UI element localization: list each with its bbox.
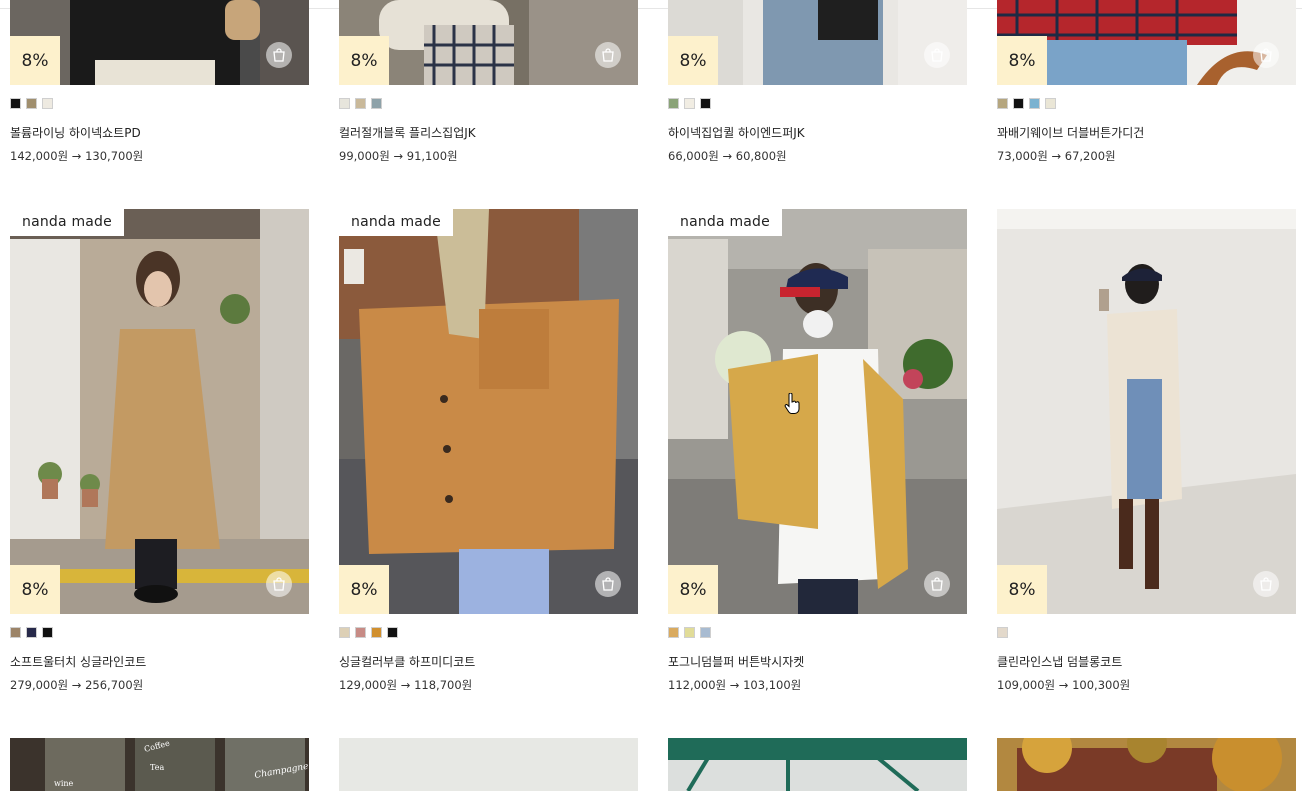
color-swatches [10, 627, 53, 638]
product-name[interactable]: 컬러절개블록 플리스집업JK [339, 124, 476, 141]
shopping-bag-icon [1260, 577, 1272, 591]
product-image[interactable]: 8% [997, 209, 1296, 614]
product-price: 129,000원 → 118,700원 [339, 678, 473, 692]
add-to-cart-button[interactable] [924, 571, 950, 597]
shopping-bag-icon [1260, 48, 1272, 62]
discount-badge: 8% [339, 565, 389, 614]
color-swatch [997, 627, 1008, 638]
color-swatch [684, 627, 695, 638]
color-swatches [668, 627, 711, 638]
color-swatch [42, 98, 53, 109]
add-to-cart-button[interactable] [1253, 42, 1279, 68]
product-price: 112,000원 → 103,100원 [668, 678, 802, 692]
discount-badge: 8% [668, 565, 718, 614]
add-to-cart-button[interactable] [595, 571, 621, 597]
product-price: 99,000원 → 91,100원 [339, 149, 458, 163]
product-image[interactable]: nanda made 8% [339, 209, 638, 614]
product-image[interactable] [997, 738, 1296, 791]
color-swatch [700, 627, 711, 638]
add-to-cart-button[interactable] [266, 571, 292, 597]
product-image[interactable] [339, 738, 638, 791]
add-to-cart-button[interactable] [924, 42, 950, 68]
color-swatch [42, 627, 53, 638]
color-swatches [339, 627, 398, 638]
product-image[interactable]: 8% [10, 0, 309, 85]
shopping-bag-icon [273, 48, 285, 62]
shopping-bag-icon [602, 577, 614, 591]
shopping-bag-icon [273, 577, 285, 591]
color-swatch [26, 98, 37, 109]
product-name[interactable]: 소프트울터치 싱글라인코트 [10, 653, 146, 670]
product-image[interactable]: Coffee Tea wine Champagne [10, 738, 309, 791]
nanda-made-badge: nanda made [339, 209, 453, 236]
color-swatch [371, 627, 382, 638]
color-swatch [371, 98, 382, 109]
product-image[interactable]: nanda made 8% [10, 209, 309, 614]
discount-badge: 8% [339, 36, 389, 85]
nanda-made-badge: nanda made [668, 209, 782, 236]
color-swatch [997, 98, 1008, 109]
product-price: 142,000원 → 130,700원 [10, 149, 144, 163]
window-sign-text: wine [54, 779, 74, 788]
nanda-made-badge: nanda made [10, 209, 124, 236]
discount-badge: 8% [997, 36, 1047, 85]
color-swatches [10, 98, 53, 109]
product-image[interactable]: 8% [668, 0, 967, 85]
color-swatch [684, 98, 695, 109]
color-swatch [1045, 98, 1056, 109]
color-swatch [668, 627, 679, 638]
discount-badge: 8% [668, 36, 718, 85]
shopping-bag-icon [602, 48, 614, 62]
color-swatch [387, 627, 398, 638]
product-name[interactable]: 하이넥집업퀼 하이엔드퍼JK [668, 124, 805, 141]
add-to-cart-button[interactable] [595, 42, 621, 68]
discount-badge: 8% [997, 565, 1047, 614]
product-name[interactable]: 볼륨라이닝 하이넥쇼트PD [10, 124, 141, 141]
add-to-cart-button[interactable] [1253, 571, 1279, 597]
shopping-bag-icon [931, 577, 943, 591]
product-price: 66,000원 → 60,800원 [668, 149, 787, 163]
color-swatches [339, 98, 382, 109]
product-name[interactable]: 포그니덤블퍼 버튼박시자켓 [668, 653, 804, 670]
window-sign-text: Tea [150, 763, 164, 772]
color-swatch [339, 98, 350, 109]
color-swatches [997, 98, 1056, 109]
product-price: 279,000원 → 256,700원 [10, 678, 144, 692]
color-swatch [1029, 98, 1040, 109]
product-name[interactable]: 싱글컬러부클 하프미디코트 [339, 653, 475, 670]
product-image[interactable]: nanda made 8% [668, 209, 967, 614]
discount-badge: 8% [10, 36, 60, 85]
color-swatch [339, 627, 350, 638]
color-swatch [700, 98, 711, 109]
product-price: 73,000원 → 67,200원 [997, 149, 1116, 163]
color-swatch [355, 627, 366, 638]
color-swatches [668, 98, 711, 109]
product-image[interactable]: 8% [997, 0, 1296, 85]
discount-badge: 8% [10, 565, 60, 614]
product-name[interactable]: 꽈배기웨이브 더블버튼가디건 [997, 124, 1144, 141]
color-swatch [10, 98, 21, 109]
shopping-bag-icon [931, 48, 943, 62]
product-name[interactable]: 클린라인스냅 덤블롱코트 [997, 653, 1122, 670]
color-swatches [997, 627, 1008, 638]
product-image[interactable] [668, 738, 967, 791]
add-to-cart-button[interactable] [266, 42, 292, 68]
color-swatch [355, 98, 366, 109]
color-swatch [668, 98, 679, 109]
hand-pointer-icon [784, 393, 800, 414]
product-price: 109,000원 → 100,300원 [997, 678, 1131, 692]
color-swatch [10, 627, 21, 638]
product-image[interactable]: 8% [339, 0, 638, 85]
color-swatch [26, 627, 37, 638]
color-swatch [1013, 98, 1024, 109]
